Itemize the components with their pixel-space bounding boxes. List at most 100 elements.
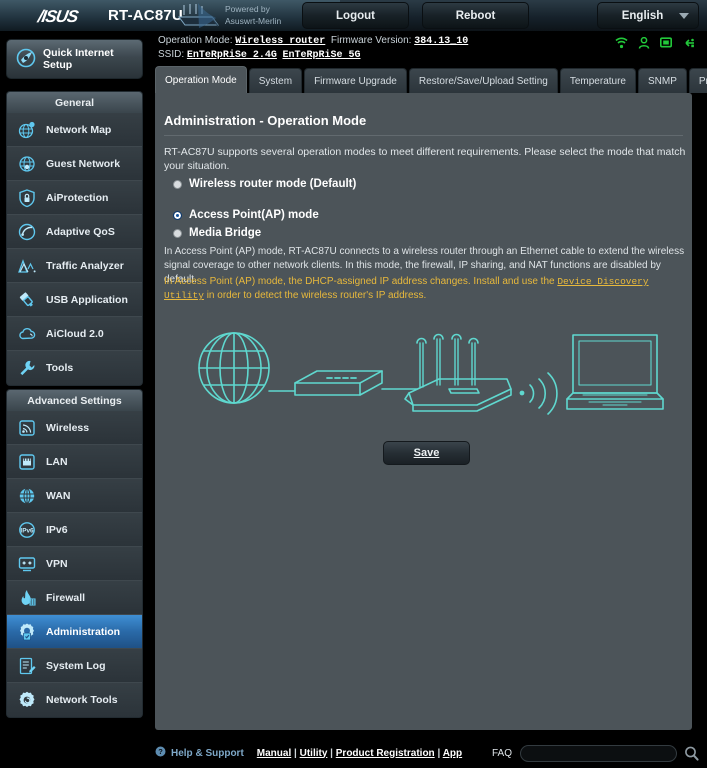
- sidebar-item-lan[interactable]: LAN: [7, 445, 142, 479]
- wan-globe-icon: [17, 486, 37, 506]
- sidebar-label: Network Tools: [46, 694, 118, 706]
- sidebar-group-advanced: Advanced Settings Wireless LAN WAN IPv6 …: [6, 389, 143, 718]
- sidebar-item-network-tools[interactable]: Network Tools: [7, 683, 142, 717]
- sidebar-label: System Log: [46, 659, 106, 672]
- sidebar-item-aicloud[interactable]: AiCloud 2.0: [7, 317, 142, 351]
- manual-link[interactable]: Manual: [257, 748, 291, 759]
- tab-operation-mode[interactable]: Operation Mode: [155, 66, 247, 93]
- sidebar-label: Traffic Analyzer: [46, 259, 124, 272]
- warning-text-pre: In Access Point (AP) mode, the DHCP-assi…: [164, 276, 558, 287]
- search-icon[interactable]: [683, 745, 700, 762]
- tab-privacy[interactable]: Privacy: [688, 68, 707, 93]
- powered-by-line1: Powered by: [225, 4, 270, 14]
- tab-firmware-upgrade[interactable]: Firmware Upgrade: [304, 68, 407, 93]
- sidebar-item-firewall[interactable]: Firewall: [7, 581, 142, 615]
- sidebar-label: Tools: [46, 362, 74, 374]
- footer-separator: |: [437, 747, 441, 759]
- sidebar-label: Network Map: [46, 123, 112, 136]
- wrench-icon: [17, 358, 37, 378]
- sidebar-label: AiCloud 2.0: [46, 327, 104, 340]
- asus-logo: /ISUS: [36, 7, 80, 26]
- tab-restore-save-upload-setting[interactable]: Restore/Save/Upload Setting: [408, 68, 558, 93]
- radio-dot-selected-icon: [173, 210, 182, 220]
- firmware-version-value[interactable]: 384.13_10: [414, 36, 468, 47]
- intro-description: RT-AC87U supports several operation mode…: [164, 146, 686, 172]
- traffic-analyzer-icon: [17, 256, 37, 276]
- wifi-waves-icon: [519, 372, 558, 415]
- operation-mode-value[interactable]: Wireless router: [235, 36, 325, 47]
- ssid-5g-value[interactable]: EnTeRpRiSe 5G: [282, 50, 360, 61]
- ipv6-icon: IPv6: [17, 520, 37, 540]
- radio-label: Media Bridge: [189, 227, 262, 239]
- language-selector[interactable]: English: [597, 2, 699, 29]
- laptop-icon: [566, 334, 664, 410]
- radio-wireless-router-mode[interactable]: Wireless router mode (Default): [173, 175, 673, 193]
- save-button[interactable]: Save: [383, 441, 470, 465]
- network-map-icon: [17, 120, 37, 140]
- sidebar-advanced-list: Wireless LAN WAN IPv6 IPv6 VPN Firewall …: [6, 411, 143, 718]
- powered-by-text: Powered by Asuswrt-Merlin: [225, 4, 281, 27]
- footer-links-group: ? Help & Support Manual | Utility | Prod…: [155, 746, 462, 760]
- usb-icon[interactable]: [682, 37, 695, 49]
- wireless-icon: [17, 418, 37, 438]
- tab-temperature[interactable]: Temperature: [559, 68, 636, 93]
- status-info-strip: Operation Mode: Wireless router Firmware…: [150, 31, 707, 64]
- sidebar-item-aiprotection[interactable]: AiProtection: [7, 181, 142, 215]
- sidebar-item-vpn[interactable]: VPN: [7, 547, 142, 581]
- sidebar-item-wan[interactable]: WAN: [7, 479, 142, 513]
- utility-link[interactable]: Utility: [300, 748, 328, 759]
- radio-dot-icon: [173, 228, 182, 238]
- sidebar-item-wireless[interactable]: Wireless: [7, 411, 142, 445]
- quick-internet-setup-button[interactable]: Quick Internet Setup: [6, 39, 143, 79]
- sidebar-label: LAN: [46, 455, 68, 468]
- logout-button[interactable]: Logout: [302, 2, 409, 29]
- reboot-button[interactable]: Reboot: [422, 2, 529, 29]
- radio-media-bridge[interactable]: Media Bridge: [173, 224, 673, 242]
- sidebar-item-system-log[interactable]: System Log: [7, 649, 142, 683]
- lan-icon: [17, 452, 37, 472]
- shield-icon: [17, 188, 37, 208]
- sidebar-label: Wireless: [46, 421, 90, 434]
- sidebar-label: Firewall: [46, 591, 86, 604]
- sidebar-item-traffic-analyzer[interactable]: Traffic Analyzer: [7, 249, 142, 283]
- network-tools-icon: [17, 690, 37, 710]
- operation-mode-radio-group: Wireless router mode (Default) Access Po…: [173, 175, 673, 242]
- radio-access-point-mode[interactable]: Access Point(AP) mode: [173, 206, 673, 224]
- faq-search-input[interactable]: [520, 745, 677, 762]
- warning-text-post: in order to detect the wireless router's…: [203, 290, 427, 301]
- gear-icon: [17, 622, 37, 642]
- app-link[interactable]: App: [443, 748, 462, 759]
- usb-application-icon: [17, 290, 37, 310]
- sidebar-label: VPN: [46, 557, 68, 570]
- product-registration-link[interactable]: Product Registration: [336, 748, 435, 759]
- sidebar-item-ipv6[interactable]: IPv6 IPv6: [7, 513, 142, 547]
- language-label: English: [621, 9, 664, 22]
- ssid-24g-value[interactable]: EnTeRpRiSe 2.4G: [187, 50, 277, 61]
- sidebar-group-general-title: General: [6, 91, 143, 113]
- top-header-bar: /ISUS RT-AC87U Powered by Asuswrt-Merlin…: [0, 0, 707, 31]
- firmware-label: Firmware Version:: [330, 35, 412, 46]
- sidebar: Quick Internet Setup General Network Map…: [0, 31, 150, 768]
- sidebar-item-usb-application[interactable]: USB Application: [7, 283, 142, 317]
- router-icon: [404, 333, 512, 412]
- help-and-support-link[interactable]: Help & Support: [171, 748, 244, 759]
- sidebar-label: IPv6: [46, 523, 68, 536]
- sidebar-label: AiProtection: [46, 191, 109, 204]
- router-image: [172, 1, 230, 31]
- sidebar-item-administration[interactable]: Administration: [7, 615, 142, 649]
- radio-dot-icon: [173, 179, 182, 189]
- sidebar-item-guest-network[interactable]: Guest Network: [7, 147, 142, 181]
- network-topology-diagram: [177, 321, 677, 431]
- wifi-icon[interactable]: [615, 37, 628, 49]
- user-icon[interactable]: [638, 37, 650, 49]
- tab-snmp[interactable]: SNMP: [637, 68, 687, 93]
- tab-system[interactable]: System: [248, 68, 303, 93]
- sidebar-item-tools[interactable]: Tools: [7, 351, 142, 385]
- svg-text:IPv6: IPv6: [20, 527, 34, 534]
- tab-bar: Operation Mode System Firmware Upgrade R…: [155, 66, 707, 93]
- sidebar-general-list: Network Map Guest Network AiProtection A…: [6, 113, 143, 386]
- qis-label-line2: Setup: [43, 59, 73, 71]
- sidebar-item-adaptive-qos[interactable]: Adaptive QoS: [7, 215, 142, 249]
- monitor-icon[interactable]: [660, 37, 672, 49]
- sidebar-item-network-map[interactable]: Network Map: [7, 113, 142, 147]
